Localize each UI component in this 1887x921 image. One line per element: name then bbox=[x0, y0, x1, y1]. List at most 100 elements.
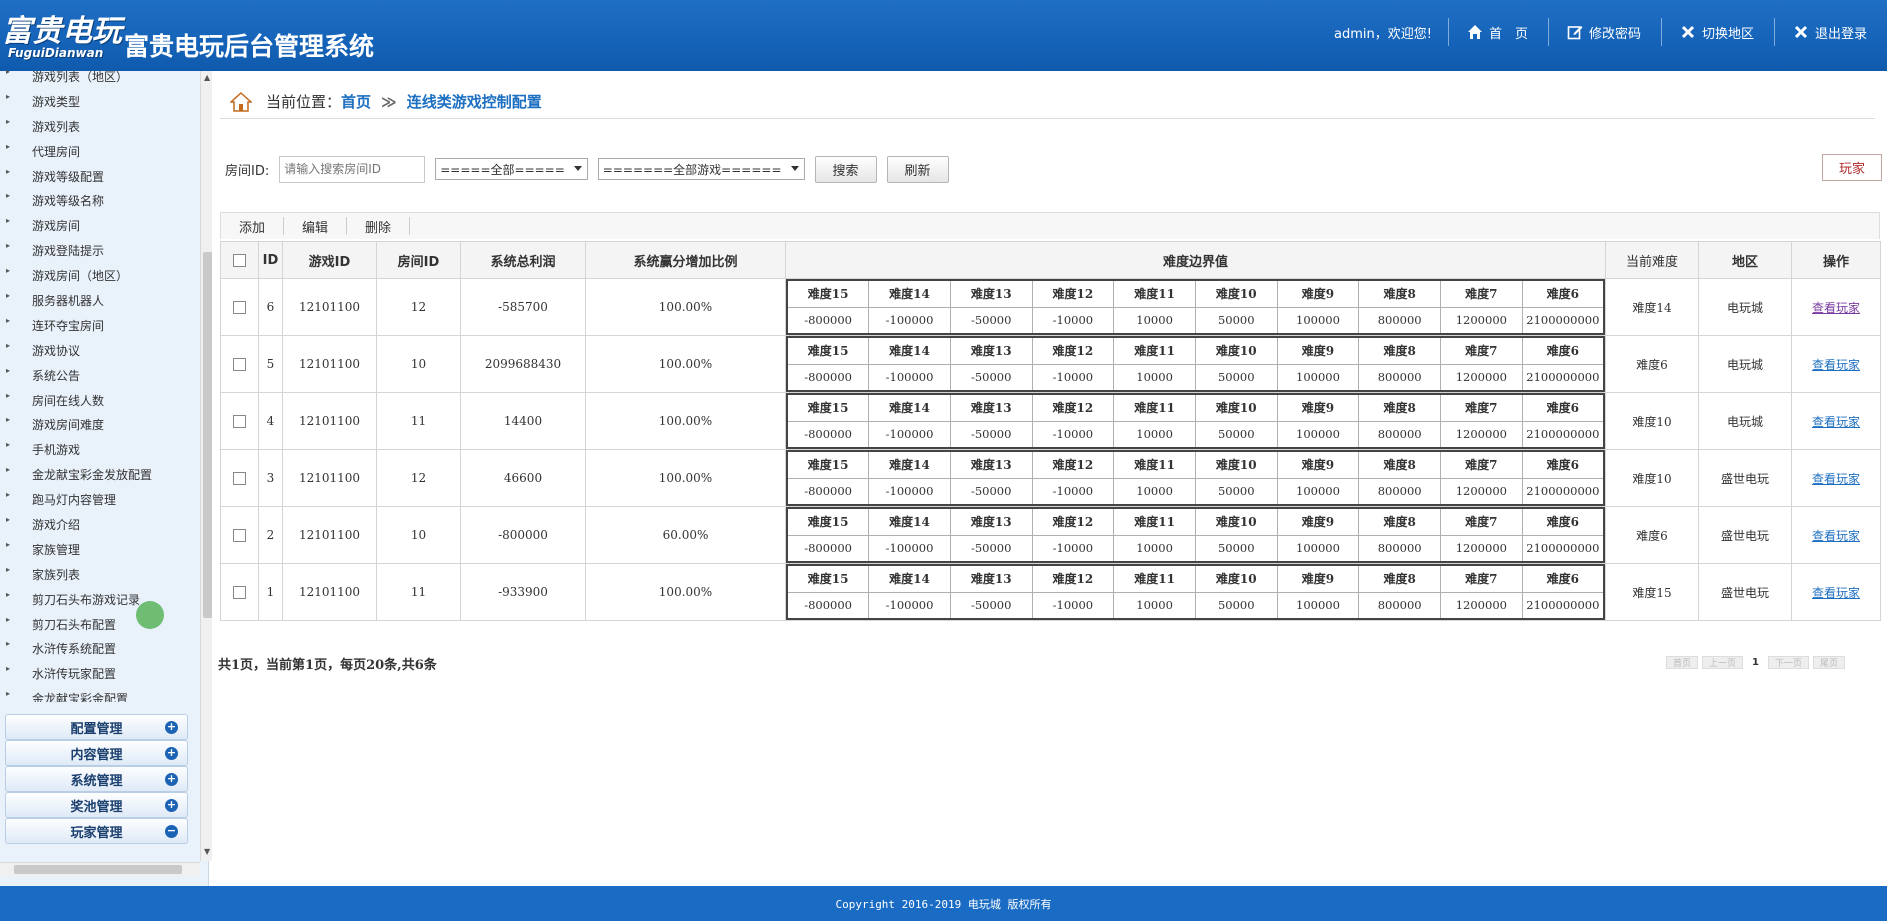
expand-icon[interactable]: + bbox=[165, 773, 178, 786]
table-header-row: ID 游戏ID 房间ID 系统总利润 系统赢分增加比例 难度边界值 当前难度 地… bbox=[220, 241, 1881, 279]
sidebar-item[interactable]: ▸ 代理房间 bbox=[0, 139, 200, 164]
select-all-checkbox[interactable] bbox=[233, 253, 246, 267]
cell-difficulty-bounds: 难度15 难度14 难度13 难度12 难度11 难度10 难度9 难度8 难度7 难度6 -800… bbox=[785, 563, 1606, 621]
view-players-link[interactable]: 查看玩家 bbox=[1812, 472, 1860, 486]
sidebar-group[interactable]: 内容管理 + bbox=[5, 740, 188, 766]
view-players-link[interactable]: 查看玩家 bbox=[1812, 301, 1860, 315]
sidebar-group[interactable]: 奖池管理 + bbox=[5, 792, 188, 818]
difficulty-level: 难度12 bbox=[1031, 450, 1115, 479]
row-checkbox[interactable] bbox=[233, 301, 246, 314]
difficulty-boundary: 800000 bbox=[1358, 420, 1441, 449]
difficulty-value-row: -800000 -100000 -50000 -10000 10000 50000 1000… bbox=[786, 591, 1605, 620]
sidebar-item[interactable]: ▸ 服务器机器人 bbox=[0, 288, 200, 313]
sidebar-group[interactable]: 系统管理 + bbox=[5, 766, 188, 792]
expand-icon[interactable]: + bbox=[165, 747, 178, 760]
sidebar-group[interactable]: 玩家管理 − bbox=[5, 818, 188, 844]
sidebar-item[interactable]: ▸ 连环夺宝房间 bbox=[0, 313, 200, 338]
edit-button[interactable]: 编辑 bbox=[284, 217, 348, 236]
row-checkbox[interactable] bbox=[233, 529, 246, 542]
sidebar-item[interactable]: ▸ 剪刀石头布游戏记录 bbox=[0, 587, 200, 612]
view-players-link[interactable]: 查看玩家 bbox=[1812, 529, 1860, 543]
cell-id: 2 bbox=[258, 506, 283, 564]
table-row: 3 12101100 12 46600 100.00% 难度15 难度14 难度13 难度12 难… bbox=[220, 449, 1881, 507]
difficulty-boundary: 50000 bbox=[1194, 591, 1278, 620]
player-button[interactable]: 玩家 bbox=[1822, 154, 1883, 181]
sidebar-item[interactable]: ▸ 游戏房间难度 bbox=[0, 412, 200, 437]
sidebar-item[interactable]: ▸ 游戏列表 bbox=[0, 114, 200, 139]
current-page[interactable]: 1 bbox=[1747, 657, 1764, 668]
row-checkbox[interactable] bbox=[233, 586, 246, 599]
expand-icon[interactable]: + bbox=[165, 799, 178, 812]
cell-difficulty-bounds: 难度15 难度14 难度13 难度12 难度11 难度10 难度9 难度8 难度7 难度6 -800… bbox=[785, 335, 1606, 393]
sidebar-item[interactable]: ▸ 游戏介绍 bbox=[0, 512, 200, 537]
cell-id: 1 bbox=[258, 563, 283, 621]
last-page-button[interactable]: 尾页 bbox=[1813, 656, 1846, 669]
breadcrumb-home[interactable]: 首页 bbox=[341, 91, 371, 112]
refresh-button[interactable]: 刷新 bbox=[886, 155, 949, 183]
sidebar-item[interactable]: ▸ 游戏登陆提示 bbox=[0, 238, 200, 263]
sidebar-item[interactable]: ▸ 房间在线人数 bbox=[0, 388, 200, 413]
col-id: ID bbox=[258, 241, 283, 279]
scroll-down-icon[interactable]: ▼ bbox=[204, 847, 210, 856]
cell-area: 电玩城 bbox=[1698, 335, 1792, 393]
sidebar-item[interactable]: ▸ 游戏房间 bbox=[0, 213, 200, 238]
difficulty-level: 难度10 bbox=[1194, 336, 1278, 365]
sidebar-item[interactable]: ▸ 金龙献宝彩金发放配置 bbox=[0, 462, 200, 487]
scroll-up-icon[interactable]: ▲ bbox=[204, 73, 210, 82]
prev-page-button[interactable]: 上一页 bbox=[1702, 656, 1744, 669]
sidebar-item-label: 金龙献宝彩金发放配置 bbox=[32, 468, 153, 483]
sidebar-hscrollbar[interactable] bbox=[0, 862, 200, 876]
cell-current-difficulty: 难度10 bbox=[1605, 392, 1699, 450]
arrow-right-icon: ▸ bbox=[6, 191, 11, 201]
difficulty-level: 难度12 bbox=[1031, 336, 1115, 365]
room-id-input[interactable] bbox=[279, 155, 426, 183]
switch-area-link[interactable]: 切换地区 bbox=[1660, 18, 1774, 46]
sidebar-item[interactable]: ▸ 金龙献宝彩金配置 bbox=[0, 686, 200, 702]
expand-icon[interactable]: + bbox=[165, 721, 178, 734]
search-button[interactable]: 搜索 bbox=[814, 155, 877, 183]
sidebar-item[interactable]: ▸ 游戏类型 bbox=[0, 89, 200, 114]
row-checkbox[interactable] bbox=[233, 472, 246, 485]
sidebar-item[interactable]: ▸ 水浒传系统配置 bbox=[0, 636, 200, 661]
difficulty-boundary: 10000 bbox=[1113, 306, 1196, 335]
home-link[interactable]: 首 页 bbox=[1447, 18, 1548, 46]
sidebar-item[interactable]: ▸ 游戏等级配置 bbox=[0, 164, 200, 189]
next-page-button[interactable]: 下一页 bbox=[1768, 656, 1810, 669]
copyright-text: Copyright 2016-2019 电玩城 版权所有 bbox=[835, 897, 1052, 911]
sidebar-item[interactable]: ▸ 游戏列表（地区） bbox=[0, 64, 200, 89]
sidebar-item[interactable]: ▸ 水浒传玩家配置 bbox=[0, 661, 200, 686]
sidebar-item[interactable]: ▸ 家族管理 bbox=[0, 537, 200, 562]
cell-actions: 查看玩家 bbox=[1791, 335, 1881, 393]
collapse-icon[interactable]: − bbox=[165, 825, 178, 838]
area-select[interactable]: =====全部===== bbox=[435, 158, 588, 180]
logout-link[interactable]: 退出登录 bbox=[1773, 18, 1887, 46]
sidebar-item[interactable]: ▸ 游戏房间（地区） bbox=[0, 263, 200, 288]
sidebar-hscroll-thumb[interactable] bbox=[14, 865, 182, 874]
sidebar-group[interactable]: 配置管理 + bbox=[5, 714, 188, 740]
sidebar-item[interactable]: ▸ 游戏等级名称 bbox=[0, 188, 200, 213]
row-checkbox-cell bbox=[220, 392, 259, 450]
sidebar-item[interactable]: ▸ 家族列表 bbox=[0, 562, 200, 587]
sidebar-item[interactable]: ▸ 游戏协议 bbox=[0, 338, 200, 363]
difficulty-boundary: 100000 bbox=[1276, 591, 1360, 620]
room-id-label: 房间ID: bbox=[225, 163, 270, 179]
col-room-id: 房间ID bbox=[376, 241, 461, 279]
view-players-link[interactable]: 查看玩家 bbox=[1812, 358, 1860, 372]
delete-button[interactable]: 删除 bbox=[347, 217, 411, 236]
first-page-button[interactable]: 首页 bbox=[1666, 656, 1699, 669]
sidebar-item[interactable]: ▸ 跑马灯内容管理 bbox=[0, 487, 200, 512]
row-checkbox[interactable] bbox=[233, 415, 246, 428]
change-password-link[interactable]: 修改密码 bbox=[1547, 18, 1661, 46]
row-checkbox[interactable] bbox=[233, 358, 246, 371]
sidebar-item[interactable]: ▸ 手机游戏 bbox=[0, 437, 200, 462]
add-button[interactable]: 添加 bbox=[221, 217, 285, 236]
view-players-link[interactable]: 查看玩家 bbox=[1812, 415, 1860, 429]
view-players-link[interactable]: 查看玩家 bbox=[1812, 586, 1860, 600]
difficulty-level: 难度10 bbox=[1194, 507, 1278, 536]
sidebar-item[interactable]: ▸ 系统公告 bbox=[0, 363, 200, 388]
arrow-right-icon: ▸ bbox=[6, 166, 11, 176]
difficulty-boundary: 1200000 bbox=[1440, 363, 1523, 392]
difficulty-level: 难度11 bbox=[1113, 336, 1196, 365]
sidebar-item[interactable]: ▸ 剪刀石头布配置 bbox=[0, 612, 200, 637]
game-select[interactable]: =======全部游戏====== bbox=[597, 158, 805, 180]
